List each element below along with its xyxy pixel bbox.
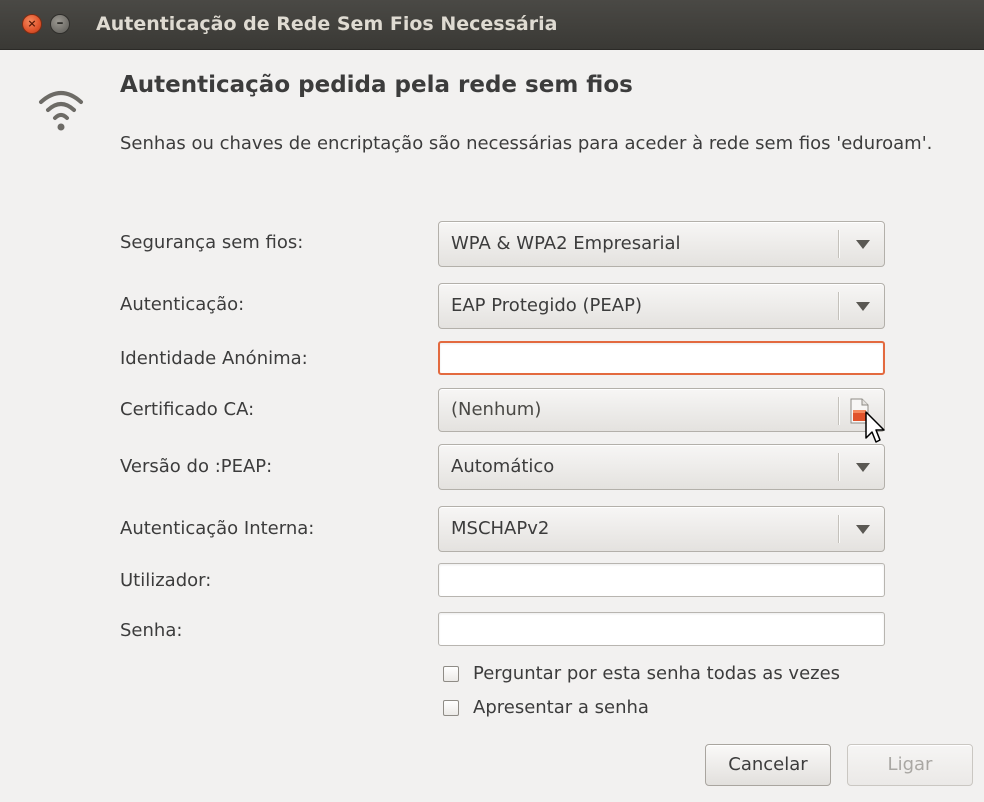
peap-version-label: Versão do :PEAP: (120, 456, 273, 477)
password-label: Senha: (120, 620, 183, 641)
inner-authentication-label: Autenticação Interna: (120, 518, 315, 539)
combo-separator (838, 515, 840, 543)
dialog-heading: Autenticação pedida pela rede sem fios (120, 72, 633, 98)
ca-certificate-label: Certificado CA: (120, 399, 255, 420)
connect-button[interactable]: Ligar (847, 744, 973, 786)
password-input[interactable] (438, 612, 885, 646)
minimize-icon: – (56, 15, 64, 31)
window-title: Autenticação de Rede Sem Fios Necessária (96, 13, 558, 35)
ca-certificate-value: (Nenhum) (451, 399, 542, 420)
combo-separator (838, 453, 840, 481)
chevron-down-icon (856, 525, 870, 534)
wireless-security-label: Segurança sem fios: (120, 232, 304, 253)
minimize-window-button[interactable]: – (50, 14, 70, 34)
chevron-down-icon (856, 463, 870, 472)
authentication-label: Autenticação: (120, 294, 245, 315)
authentication-combo[interactable]: EAP Protegido (PEAP) (438, 283, 885, 329)
chevron-down-icon (856, 240, 870, 249)
cancel-button[interactable]: Cancelar (705, 744, 831, 786)
combo-separator (838, 292, 840, 320)
dialog-description: Senhas ou chaves de encriptação são nece… (120, 133, 933, 154)
anonymous-identity-label: Identidade Anónima: (120, 348, 308, 369)
show-password-label[interactable]: Apresentar a senha (473, 697, 649, 718)
ask-password-label[interactable]: Perguntar por esta senha todas as vezes (473, 663, 840, 684)
ca-certificate-file-button[interactable]: (Nenhum) (438, 388, 885, 432)
mouse-pointer-icon (865, 411, 885, 443)
window-titlebar: × – Autenticação de Rede Sem Fios Necess… (0, 0, 984, 50)
ask-password-checkbox[interactable] (443, 666, 459, 682)
authentication-value: EAP Protegido (PEAP) (451, 295, 642, 316)
wireless-security-combo[interactable]: WPA & WPA2 Empresarial (438, 221, 885, 267)
show-password-checkbox[interactable] (443, 700, 459, 716)
peap-version-combo[interactable]: Automático (438, 444, 885, 490)
combo-separator (838, 230, 840, 258)
wireless-signal-icon (39, 91, 83, 131)
username-input[interactable] (438, 563, 885, 597)
wireless-security-value: WPA & WPA2 Empresarial (451, 233, 681, 254)
close-window-button[interactable]: × (22, 14, 42, 34)
anonymous-identity-input[interactable] (438, 341, 885, 375)
inner-authentication-combo[interactable]: MSCHAPv2 (438, 506, 885, 552)
chevron-down-icon (856, 302, 870, 311)
close-icon: × (27, 17, 37, 30)
username-label: Utilizador: (120, 570, 212, 591)
peap-version-value: Automático (451, 456, 555, 477)
inner-authentication-value: MSCHAPv2 (451, 518, 550, 539)
combo-separator (838, 397, 840, 425)
